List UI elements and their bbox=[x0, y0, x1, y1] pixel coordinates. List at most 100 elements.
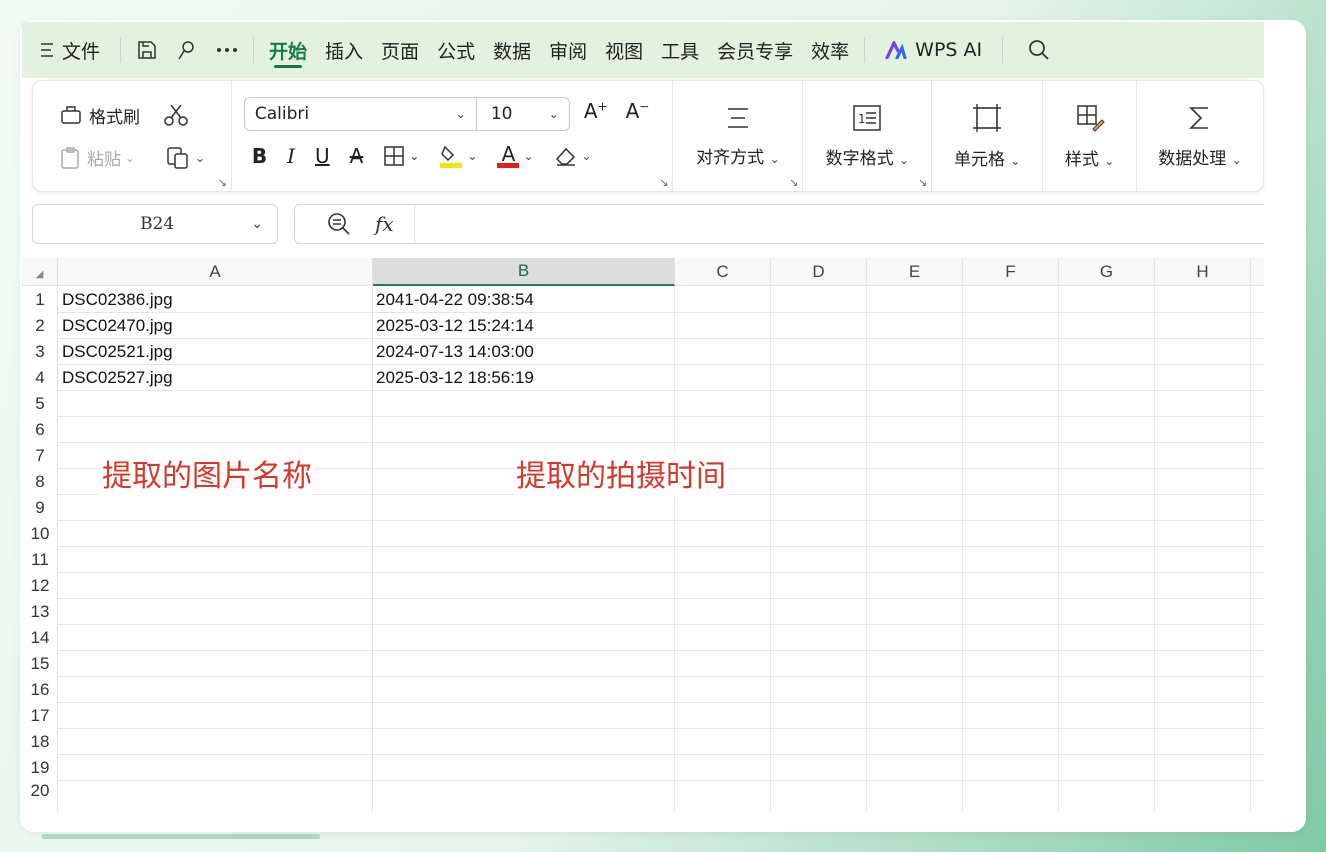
cell-a4[interactable]: DSC02527.jpg bbox=[58, 365, 173, 391]
cell-a2[interactable]: DSC02470.jpg bbox=[58, 313, 173, 339]
align-button[interactable]: 对齐方式 ⌄ ↘ bbox=[673, 81, 804, 191]
tab-formula[interactable]: 公式 bbox=[428, 22, 484, 78]
tab-efficiency[interactable]: 效率 bbox=[802, 22, 858, 78]
tab-tools[interactable]: 工具 bbox=[652, 22, 708, 78]
column-header-f[interactable]: F bbox=[963, 258, 1059, 286]
column-header-h[interactable]: H bbox=[1155, 258, 1251, 286]
row-header[interactable]: 3 bbox=[22, 339, 58, 365]
more-icon[interactable] bbox=[207, 22, 247, 78]
row-header[interactable]: 14 bbox=[22, 625, 58, 651]
font-size-dropdown[interactable]: 10 ⌄ bbox=[477, 104, 569, 124]
cell-b3[interactable]: 2024-07-13 14:03:00 bbox=[372, 339, 534, 365]
tab-view[interactable]: 视图 bbox=[596, 22, 652, 78]
underline-icon[interactable]: U bbox=[315, 144, 330, 168]
column-header-b[interactable]: B bbox=[373, 258, 675, 286]
cut-icon[interactable] bbox=[163, 103, 189, 127]
cell-b4[interactable]: 2025-03-12 18:56:19 bbox=[372, 365, 534, 391]
column-header-c[interactable]: C bbox=[675, 258, 771, 286]
copy-button[interactable]: ⌄ bbox=[165, 145, 205, 171]
font-name-dropdown[interactable]: Calibri ⌄ bbox=[245, 98, 477, 130]
increase-font-icon[interactable]: A+ bbox=[584, 99, 608, 123]
row-header[interactable]: 2 bbox=[22, 313, 58, 339]
fill-color-button[interactable]: ⌄ bbox=[439, 143, 477, 169]
cell-button[interactable]: 单元格 ⌄ bbox=[932, 81, 1044, 191]
tab-member[interactable]: 会员专享 bbox=[708, 22, 802, 78]
bold-icon[interactable]: B bbox=[252, 144, 267, 168]
font-selector: Calibri ⌄ 10 ⌄ bbox=[243, 97, 570, 131]
zoom-formula-icon[interactable] bbox=[327, 212, 351, 236]
row-header[interactable]: 6 bbox=[22, 417, 58, 443]
font-name-value: Calibri bbox=[254, 104, 310, 124]
paste-icon bbox=[59, 146, 83, 170]
cell-b2[interactable]: 2025-03-12 15:24:14 bbox=[372, 313, 534, 339]
border-button[interactable]: ⌄ bbox=[383, 145, 419, 167]
dialog-launcher-icon[interactable]: ↘ bbox=[659, 176, 668, 189]
italic-icon[interactable]: I bbox=[287, 144, 295, 168]
row-header[interactable]: 10 bbox=[22, 521, 58, 547]
select-all-corner[interactable]: ◢ bbox=[22, 258, 58, 286]
data-process-text: 数据处理 bbox=[1158, 148, 1227, 169]
cell-a3[interactable]: DSC02521.jpg bbox=[58, 339, 173, 365]
column-header-d[interactable]: D bbox=[771, 258, 867, 286]
gridline bbox=[58, 676, 1264, 677]
gridline bbox=[770, 287, 771, 812]
row-header[interactable]: 4 bbox=[22, 365, 58, 391]
column-header-g[interactable]: G bbox=[1059, 258, 1155, 286]
align-text: 对齐方式 bbox=[696, 147, 765, 168]
gridline bbox=[58, 728, 1264, 729]
search-icon[interactable] bbox=[1009, 22, 1069, 78]
cell-a1[interactable]: DSC02386.jpg bbox=[58, 287, 173, 313]
column-header-e[interactable]: E bbox=[867, 258, 963, 286]
row-header[interactable]: 18 bbox=[22, 729, 58, 755]
file-menu-button[interactable]: 文件 bbox=[22, 22, 114, 78]
row-header[interactable]: 16 bbox=[22, 677, 58, 703]
font-style-row: B I U A ⌄ ⌄ A ⌄ ⌄ bbox=[252, 143, 592, 169]
font-group: Calibri ⌄ 10 ⌄ A+ A− B I U A ⌄ ⌄ A ⌄ ⌄ ↘ bbox=[232, 81, 674, 191]
fx-icon[interactable]: fx bbox=[375, 212, 394, 236]
row-header[interactable]: 13 bbox=[22, 599, 58, 625]
tab-page[interactable]: 页面 bbox=[372, 22, 428, 78]
row-header[interactable]: 17 bbox=[22, 703, 58, 729]
dialog-launcher-icon[interactable]: ↘ bbox=[218, 176, 227, 189]
row-header[interactable]: 5 bbox=[22, 391, 58, 417]
decrease-font-icon[interactable]: A− bbox=[626, 99, 650, 123]
dialog-launcher-icon[interactable]: ↘ bbox=[789, 176, 798, 189]
tab-insert[interactable]: 插入 bbox=[316, 22, 372, 78]
dialog-launcher-icon[interactable]: ↘ bbox=[918, 176, 927, 189]
save-icon[interactable] bbox=[127, 22, 167, 78]
paste-button[interactable]: 粘贴 ⌄ bbox=[59, 145, 135, 170]
strikethrough-icon[interactable]: A bbox=[350, 144, 364, 168]
cell-area[interactable]: DSC02386.jpg 2041-04-22 09:38:54 DSC0247… bbox=[58, 287, 1264, 812]
cell-b1[interactable]: 2041-04-22 09:38:54 bbox=[372, 287, 534, 313]
row-header[interactable]: 15 bbox=[22, 651, 58, 677]
gridline bbox=[58, 338, 1264, 339]
tab-review[interactable]: 审阅 bbox=[540, 22, 596, 78]
row-header[interactable]: 9 bbox=[22, 495, 58, 521]
row-header[interactable]: 20 bbox=[22, 781, 58, 801]
format-painter-button[interactable]: 格式刷 bbox=[59, 103, 140, 128]
number-format-button[interactable]: 1 数字格式 ⌄ ↘ bbox=[803, 81, 933, 191]
row-header[interactable]: 1 bbox=[22, 287, 58, 313]
name-box[interactable]: B24 ⌄ bbox=[32, 204, 278, 244]
paste-label: 粘贴 bbox=[87, 150, 121, 170]
font-size-controls: A+ A− bbox=[584, 99, 650, 123]
undo-icon[interactable] bbox=[167, 22, 207, 78]
tab-data[interactable]: 数据 bbox=[484, 22, 540, 78]
chevron-down-icon[interactable]: ⌄ bbox=[251, 216, 263, 232]
wps-ai-button[interactable]: WPS AI bbox=[871, 22, 996, 78]
column-header-a[interactable]: A bbox=[58, 258, 373, 286]
data-process-button[interactable]: 数据处理 ⌄ bbox=[1137, 81, 1263, 191]
wps-ai-label: WPS AI bbox=[915, 39, 983, 61]
gridline bbox=[1058, 287, 1059, 812]
gridline bbox=[58, 390, 1264, 391]
row-header[interactable]: 19 bbox=[22, 755, 58, 781]
font-color-button[interactable]: A ⌄ bbox=[497, 144, 534, 168]
row-header[interactable]: 12 bbox=[22, 573, 58, 599]
chevron-down-icon: ⌄ bbox=[769, 151, 780, 166]
clear-format-button[interactable]: ⌄ bbox=[554, 145, 592, 167]
style-button[interactable]: 样式 ⌄ bbox=[1043, 81, 1138, 191]
row-header[interactable]: 7 bbox=[22, 443, 58, 469]
tab-home[interactable]: 开始 bbox=[260, 22, 316, 78]
row-header[interactable]: 8 bbox=[22, 469, 58, 495]
row-header[interactable]: 11 bbox=[22, 547, 58, 573]
